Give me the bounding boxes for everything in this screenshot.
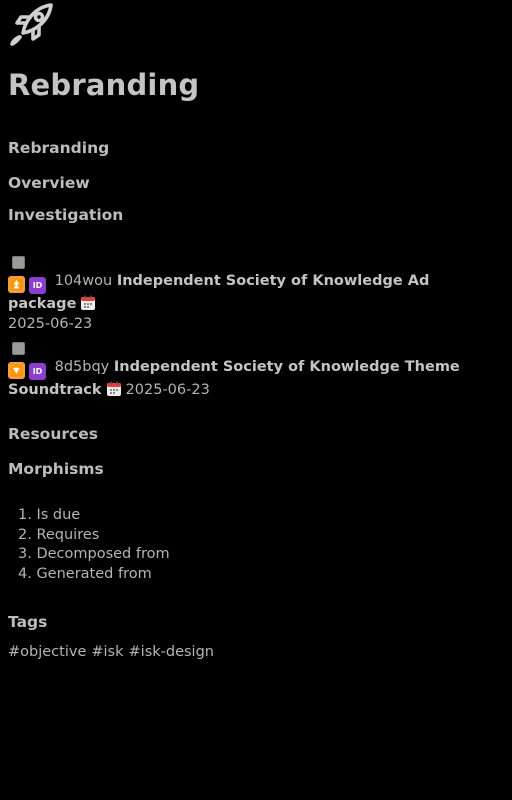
section-heading-investigation: Investigation bbox=[8, 206, 124, 224]
list-item: 4. Generated from bbox=[18, 565, 152, 582]
task-item: 🔽 ID 8d5bqy Independent Society of Knowle… bbox=[8, 357, 502, 400]
section-heading-resources: Resources bbox=[8, 425, 98, 443]
calendar-icon bbox=[80, 295, 96, 311]
tag-link[interactable]: #isk bbox=[91, 644, 123, 660]
task-id: 8d5bqy bbox=[54, 359, 110, 375]
tag-list: #objective #isk #isk-design bbox=[8, 644, 219, 660]
low-priority-icon: 🔽 bbox=[8, 362, 25, 379]
list-item: 1. Is due bbox=[18, 507, 81, 523]
list-item: 3. Decomposed from bbox=[18, 546, 170, 562]
task-item: ⏫ ID 104wou Independent Society of Knowle… bbox=[8, 271, 502, 334]
rocket-icon bbox=[10, 3, 53, 46]
task-id: 104wou bbox=[54, 273, 113, 289]
task-checkbox[interactable] bbox=[12, 342, 25, 355]
section-heading-morphisms: Morphisms bbox=[8, 460, 104, 478]
page-title: Rebranding bbox=[8, 68, 200, 102]
id-icon: ID bbox=[29, 363, 46, 380]
highest-priority-icon: ⏫ bbox=[8, 276, 25, 293]
list-item: 2. Requires bbox=[18, 526, 100, 543]
tag-link[interactable]: #isk-design bbox=[129, 644, 214, 660]
task-checkbox[interactable] bbox=[12, 256, 25, 269]
id-icon: ID bbox=[29, 277, 46, 294]
task-due-date: 2025-06-23 bbox=[125, 382, 210, 398]
section-heading-tags: Tags bbox=[8, 613, 48, 631]
task-due-date: 2025-06-23 bbox=[8, 316, 93, 332]
section-heading-rebranding: Rebranding bbox=[8, 139, 110, 157]
tag-link[interactable]: #objective bbox=[8, 644, 86, 660]
morphisms-list: 1. Is due 2. Requires 3. Decomposed from… bbox=[18, 506, 170, 584]
section-heading-overview: Overview bbox=[8, 174, 90, 192]
calendar-icon bbox=[106, 381, 122, 397]
